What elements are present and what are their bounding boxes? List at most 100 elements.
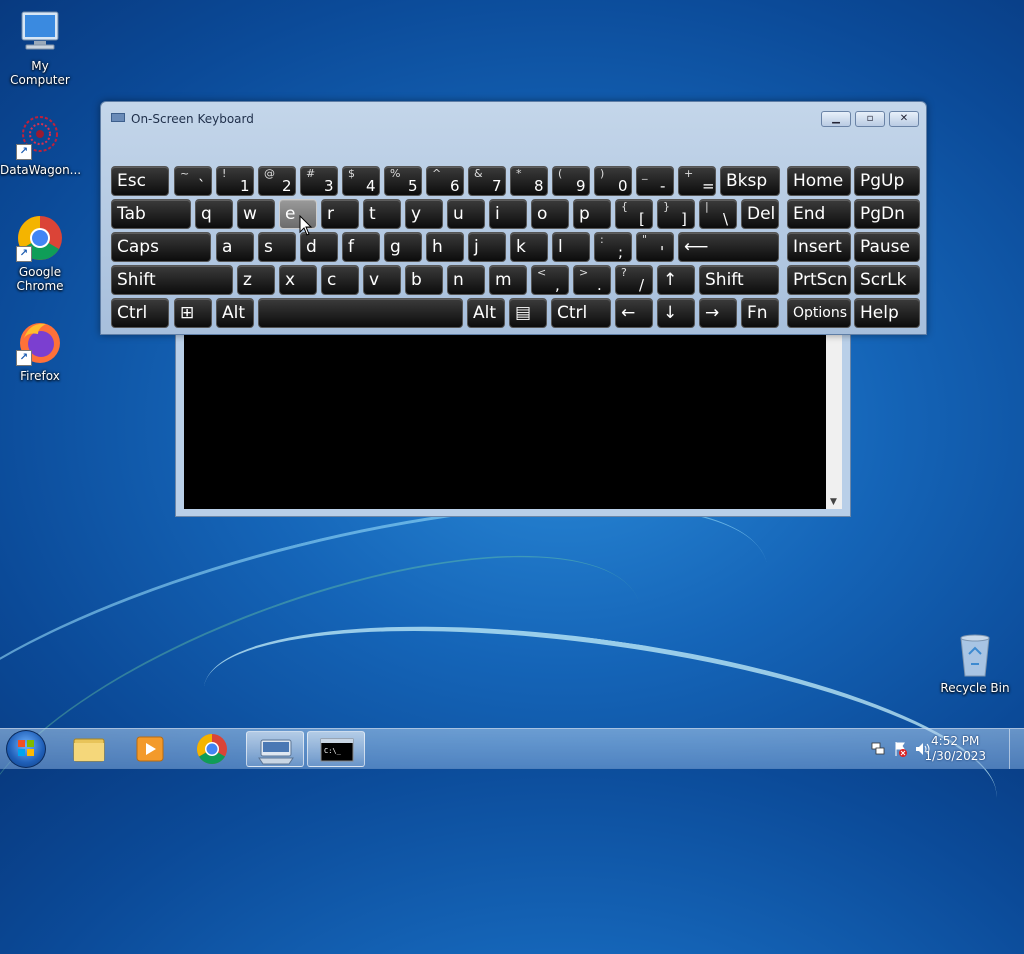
key-b[interactable]: b xyxy=(405,265,443,295)
key-insert[interactable]: Insert xyxy=(787,232,851,262)
key-caps[interactable]: Caps xyxy=(111,232,211,262)
key-esc[interactable]: Esc xyxy=(111,166,169,196)
console-output-area[interactable] xyxy=(184,335,826,509)
taskbar-explorer-button[interactable] xyxy=(60,731,118,767)
key-symbol[interactable]: ⊞ xyxy=(174,298,212,328)
key-l[interactable]: l xyxy=(552,232,590,262)
key-p[interactable]: p xyxy=(573,199,611,229)
key-end[interactable]: End xyxy=(787,199,851,229)
key-symbol[interactable]: | \ xyxy=(699,199,737,229)
key-alt[interactable]: Alt xyxy=(467,298,505,328)
key-symbol[interactable]: → xyxy=(699,298,737,328)
key-pause[interactable]: Pause xyxy=(854,232,920,262)
key-symbol[interactable]: ⟵ xyxy=(678,232,779,262)
key-0[interactable]: ) 0 xyxy=(594,166,632,196)
key-o[interactable]: o xyxy=(531,199,569,229)
network-icon[interactable] xyxy=(871,742,885,755)
on-screen-keyboard-window[interactable]: On-Screen Keyboard ▁ ▫ ✕ Esc ~ `! 1 @2 #3 $4% 5… xyxy=(100,101,927,335)
key-symbol[interactable]: ← xyxy=(615,298,653,328)
action-center-flag-icon[interactable] xyxy=(895,742,907,757)
taskbar-cmd-button[interactable]: C:\_ xyxy=(307,731,365,767)
key-g[interactable]: g xyxy=(384,232,422,262)
key-bksp[interactable]: Bksp xyxy=(720,166,780,196)
start-button[interactable] xyxy=(6,730,46,768)
taskbar-media-player-button[interactable] xyxy=(121,731,179,767)
console-window[interactable]: ▼ xyxy=(175,330,851,517)
scroll-down-icon[interactable]: ▼ xyxy=(830,497,837,507)
key-5[interactable]: % 5 xyxy=(384,166,422,196)
desktop-icon-firefox[interactable]: ↗ Firefox xyxy=(0,318,80,383)
key-scrlk[interactable]: ScrLk xyxy=(854,265,920,295)
maximize-button[interactable]: ▫ xyxy=(855,111,885,127)
desktop-icon-datawagon[interactable]: ↗ DataWagon... xyxy=(0,112,81,177)
key-ctrl[interactable]: Ctrl xyxy=(551,298,611,328)
key-symbol[interactable]: }] xyxy=(657,199,695,229)
key-pgup[interactable]: PgUp xyxy=(854,166,920,196)
key-s[interactable]: s xyxy=(258,232,296,262)
key-4[interactable]: $4 xyxy=(342,166,380,196)
key-k[interactable]: k xyxy=(510,232,548,262)
key-symbol[interactable]: {[ xyxy=(615,199,653,229)
key-i[interactable]: i xyxy=(489,199,527,229)
key-8[interactable]: * 8 xyxy=(510,166,548,196)
key-z[interactable]: z xyxy=(237,265,275,295)
console-scrollbar[interactable]: ▼ xyxy=(826,335,842,509)
key-options[interactable]: Options xyxy=(787,298,851,328)
desktop-icon-recycle-bin[interactable]: Recycle Bin xyxy=(935,630,1015,695)
key-shift[interactable]: Shift xyxy=(699,265,779,295)
key-alt[interactable]: Alt xyxy=(216,298,254,328)
key-y[interactable]: y xyxy=(405,199,443,229)
key-v[interactable]: v xyxy=(363,265,401,295)
desktop-icon-google-chrome[interactable]: ↗ Google Chrome xyxy=(0,214,80,293)
key-q[interactable]: q xyxy=(195,199,233,229)
key-m[interactable]: m xyxy=(489,265,527,295)
key-c[interactable]: c xyxy=(321,265,359,295)
key-symbol[interactable]: _ - xyxy=(636,166,674,196)
key-6[interactable]: ^ 6 xyxy=(426,166,464,196)
key-tab[interactable]: Tab xyxy=(111,199,191,229)
key-symbol[interactable]: ↑ xyxy=(657,265,695,295)
key-shift[interactable]: Shift xyxy=(111,265,233,295)
key-w[interactable]: w xyxy=(237,199,275,229)
key-a[interactable]: a xyxy=(216,232,254,262)
key-label: a xyxy=(222,237,233,257)
key-n[interactable]: n xyxy=(447,265,485,295)
key-u[interactable]: u xyxy=(447,199,485,229)
key-del[interactable]: Del xyxy=(741,199,779,229)
key-space[interactable] xyxy=(258,298,463,328)
desktop-icon-my-computer[interactable]: My Computer xyxy=(0,8,80,87)
key-j[interactable]: j xyxy=(468,232,506,262)
key-1[interactable]: ! 1 xyxy=(216,166,254,196)
key-x[interactable]: x xyxy=(279,265,317,295)
key-9[interactable]: (9 xyxy=(552,166,590,196)
key-symbol[interactable]: <, xyxy=(531,265,569,295)
key-symbol[interactable]: ↓ xyxy=(657,298,695,328)
close-button[interactable]: ✕ xyxy=(889,111,919,127)
key-r[interactable]: r xyxy=(321,199,359,229)
minimize-button[interactable]: ▁ xyxy=(821,111,851,127)
key-symbol[interactable]: >. xyxy=(573,265,611,295)
key-t[interactable]: t xyxy=(363,199,401,229)
key-home[interactable]: Home xyxy=(787,166,851,196)
key-prtscn[interactable]: PrtScn xyxy=(787,265,851,295)
key-symbol[interactable]: ▤ xyxy=(509,298,547,328)
key-symbol[interactable]: :; xyxy=(594,232,632,262)
key-3[interactable]: #3 xyxy=(300,166,338,196)
key-fn[interactable]: Fn xyxy=(741,298,779,328)
window-titlebar[interactable]: On-Screen Keyboard ▁ ▫ ✕ xyxy=(101,102,926,132)
key-symbol[interactable]: ? / xyxy=(615,265,653,295)
show-desktop-button[interactable] xyxy=(1009,729,1024,769)
key-ctrl[interactable]: Ctrl xyxy=(111,298,169,328)
key-symbol[interactable]: + = xyxy=(678,166,716,196)
key-h[interactable]: h xyxy=(426,232,464,262)
clock[interactable]: 4:52 PM 1/30/2023 xyxy=(924,734,986,764)
key-f[interactable]: f xyxy=(342,232,380,262)
key-2[interactable]: @2 xyxy=(258,166,296,196)
taskbar-osk-button[interactable] xyxy=(246,731,304,767)
key-7[interactable]: & 7 xyxy=(468,166,506,196)
key-help[interactable]: Help xyxy=(854,298,920,328)
key-pgdn[interactable]: PgDn xyxy=(854,199,920,229)
key-symbol[interactable]: ~ ` xyxy=(174,166,212,196)
taskbar-chrome-button[interactable] xyxy=(183,731,241,767)
key-symbol[interactable]: " ' xyxy=(636,232,674,262)
